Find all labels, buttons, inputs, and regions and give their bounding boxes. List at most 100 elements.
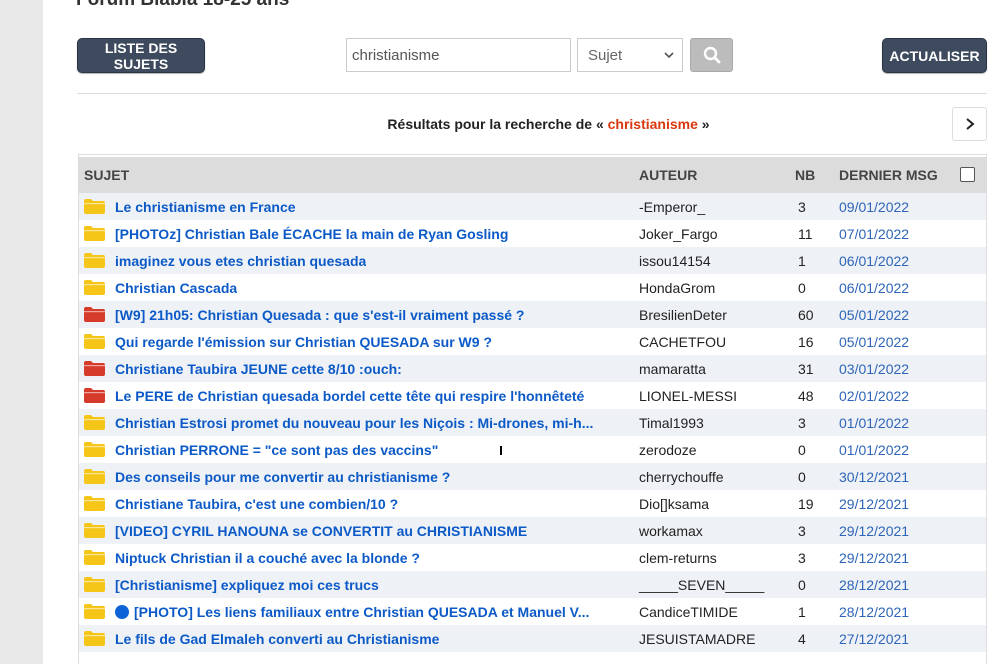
topic-link[interactable]: [VIDEO] CYRIL HANOUNA se CONVERTIT au CH… xyxy=(115,523,527,539)
topic-link[interactable]: Le fils de Gad Elmaleh converti au Chris… xyxy=(115,631,439,647)
author-cell[interactable]: issou14154 xyxy=(639,247,785,274)
topic-title: Le PERE de Christian quesada bordel cett… xyxy=(115,387,585,404)
reply-count: 1 xyxy=(798,603,806,620)
author-cell[interactable]: LIONEL-MESSI xyxy=(639,382,785,409)
last-message-date[interactable]: 29/12/2021 xyxy=(839,517,986,544)
reply-count: 0 xyxy=(798,441,806,458)
author-cell[interactable]: -Emperor_ xyxy=(639,193,785,220)
select-all-checkbox[interactable] xyxy=(960,167,975,182)
reply-count: 31 xyxy=(785,355,839,382)
last-message-date[interactable]: 05/01/2022 xyxy=(839,301,986,328)
topics-table: SUJET AUTEUR NB DERNIER MSG Le christian… xyxy=(78,154,987,664)
author-cell[interactable]: _____SEVEN_____ xyxy=(639,571,785,598)
last-message-date[interactable]: 09/01/2022 xyxy=(839,193,986,220)
folder-icon xyxy=(84,604,105,619)
topic-cell: imaginez vous etes christian quesada xyxy=(79,247,639,274)
topic-title: Christiane Taubira JEUNE cette 8/10 :ouc… xyxy=(115,360,402,377)
topic-link[interactable]: Christian Cascada xyxy=(115,280,237,296)
topic-link[interactable]: imaginez vous etes christian quesada xyxy=(115,253,366,269)
topic-link[interactable]: [PHOTOz] Christian Bale ÉCACHE la main d… xyxy=(115,226,508,242)
last-message-date[interactable]: 29/12/2021 xyxy=(839,544,986,571)
topic-title: Christian Estrosi promet du nouveau pour… xyxy=(115,414,594,431)
results-prefix: Résultats pour la recherche de « xyxy=(387,116,604,132)
last-message-date[interactable]: 29/12/2021 xyxy=(839,490,986,517)
author-cell[interactable]: CandiceTIMIDE xyxy=(639,598,785,625)
author-cell[interactable]: zerodoze xyxy=(639,436,785,463)
refresh-button[interactable]: ACTUALISER xyxy=(882,38,987,73)
topic-link[interactable]: [PHOTO] Les liens familiaux entre Christ… xyxy=(115,604,589,620)
topic-cell: Christian PERRONE = "ce sont pas des vac… xyxy=(79,436,639,463)
topic-cell: [W9] 21h05: Christian Quesada : que s'es… xyxy=(79,301,639,328)
topic-link[interactable]: Le christianisme en France xyxy=(115,199,296,215)
last-message-date[interactable]: 01/01/2022 xyxy=(839,409,986,436)
header-nb[interactable]: NB xyxy=(785,157,839,193)
topic-cell: Christian Cascada xyxy=(79,274,639,301)
folder-icon xyxy=(84,577,105,592)
last-message-date[interactable]: 28/12/2021 xyxy=(839,571,986,598)
last-message-date[interactable]: 06/01/2022 xyxy=(839,274,986,301)
last-message-date[interactable]: 06/01/2022 xyxy=(839,247,986,274)
author-cell[interactable]: workamax xyxy=(639,517,785,544)
last-message-date[interactable]: 03/01/2022 xyxy=(839,355,986,382)
author-cell[interactable]: HondaGrom xyxy=(639,274,785,301)
author-cell[interactable]: Joker_Fargo xyxy=(639,220,785,247)
topic-title: [Christianisme] expliquez moi ces trucs xyxy=(115,576,379,593)
folder-icon xyxy=(84,523,105,538)
author-cell[interactable]: clem-returns xyxy=(639,544,785,571)
topic-link[interactable]: [W9] 21h05: Christian Quesada : que s'es… xyxy=(115,307,524,323)
header-sujet[interactable]: SUJET xyxy=(79,157,639,193)
reply-count: 11 xyxy=(798,225,813,242)
author-cell[interactable]: BresilienDeter xyxy=(639,301,785,328)
topic-cell: Le PERE de Christian quesada bordel cett… xyxy=(79,382,639,409)
last-message-date[interactable]: 30/12/2021 xyxy=(839,463,986,490)
table-row: Christiane Taubira JEUNE cette 8/10 :ouc… xyxy=(79,355,986,382)
search-scope-select[interactable]: Sujet xyxy=(577,38,683,72)
last-message-date[interactable]: 01/01/2022 xyxy=(839,436,986,463)
topic-link[interactable]: Qui regarde l'émission sur Christian QUE… xyxy=(115,334,492,350)
reply-count: 3 xyxy=(798,549,806,566)
search-scope-value: Sujet xyxy=(588,46,623,64)
topic-link[interactable]: Christian PERRONE = "ce sont pas des vac… xyxy=(115,442,438,458)
topic-link[interactable]: Christiane Taubira, c'est une combien/10… xyxy=(115,496,398,512)
topic-cell: Le christianisme en France xyxy=(79,193,639,220)
table-row: Christian Estrosi promet du nouveau pour… xyxy=(79,409,986,436)
author-cell[interactable]: CACHETFOU xyxy=(639,328,785,355)
list-topics-button[interactable]: LISTE DES SUJETS xyxy=(77,38,205,73)
table-row: [Christianisme] expliquez moi ces trucs _… xyxy=(79,571,986,598)
search-button[interactable] xyxy=(690,38,733,72)
chevron-right-icon xyxy=(965,118,975,130)
topic-link[interactable]: Des conseils pour me convertir au christ… xyxy=(115,469,450,485)
reply-count: 3 xyxy=(785,409,839,436)
last-message-date[interactable]: 28/12/2021 xyxy=(839,598,986,625)
topic-link[interactable]: Christiane Taubira JEUNE cette 8/10 :ouc… xyxy=(115,361,402,377)
next-page-button[interactable] xyxy=(952,107,987,141)
topic-link[interactable]: Niptuck Christian il a couché avec la bl… xyxy=(115,550,420,566)
author-cell[interactable]: Dio[]ksama xyxy=(639,490,785,517)
topic-cell: [PHOTO] Les liens familiaux entre Christ… xyxy=(79,598,639,625)
last-message-date[interactable]: 05/01/2022 xyxy=(839,328,986,355)
last-message-date[interactable]: 02/01/2022 xyxy=(839,382,986,409)
author-cell[interactable]: Timal1993 xyxy=(639,409,785,436)
last-message-date[interactable]: 07/01/2022 xyxy=(839,220,986,247)
topic-link[interactable]: Le PERE de Christian quesada bordel cett… xyxy=(115,388,584,404)
author-cell[interactable]: JESUISTAMADRE xyxy=(639,625,785,652)
reply-count: 1 xyxy=(785,247,839,274)
author-cell[interactable]: cherrychouffe xyxy=(639,463,785,490)
table-row: Christian PERRONE = "ce sont pas des vac… xyxy=(79,436,986,463)
topic-title: Niptuck Christian il a couché avec la bl… xyxy=(115,549,420,566)
reply-count: 19 xyxy=(798,495,814,512)
header-auteur[interactable]: AUTEUR xyxy=(639,157,785,193)
topic-title: Christian PERRONE = "ce sont pas des vac… xyxy=(115,441,439,458)
table-row: Niptuck Christian il a couché avec la bl… xyxy=(79,544,986,571)
reply-count: 0 xyxy=(798,279,806,296)
table-header-row: SUJET AUTEUR NB DERNIER MSG xyxy=(79,157,986,193)
search-input[interactable] xyxy=(346,38,571,72)
topic-cell: [PHOTOz] Christian Bale ÉCACHE la main d… xyxy=(79,220,639,247)
last-message-date[interactable]: 27/12/2021 xyxy=(839,625,986,652)
reply-count: 16 xyxy=(798,333,814,350)
topic-title: imaginez vous etes christian quesada xyxy=(115,252,367,269)
topic-link[interactable]: [Christianisme] expliquez moi ces trucs xyxy=(115,577,379,593)
topic-link[interactable]: Christian Estrosi promet du nouveau pour… xyxy=(115,415,593,431)
author-cell[interactable]: mamaratta xyxy=(639,355,785,382)
table-row: Qui regarde l'émission sur Christian QUE… xyxy=(79,328,986,355)
